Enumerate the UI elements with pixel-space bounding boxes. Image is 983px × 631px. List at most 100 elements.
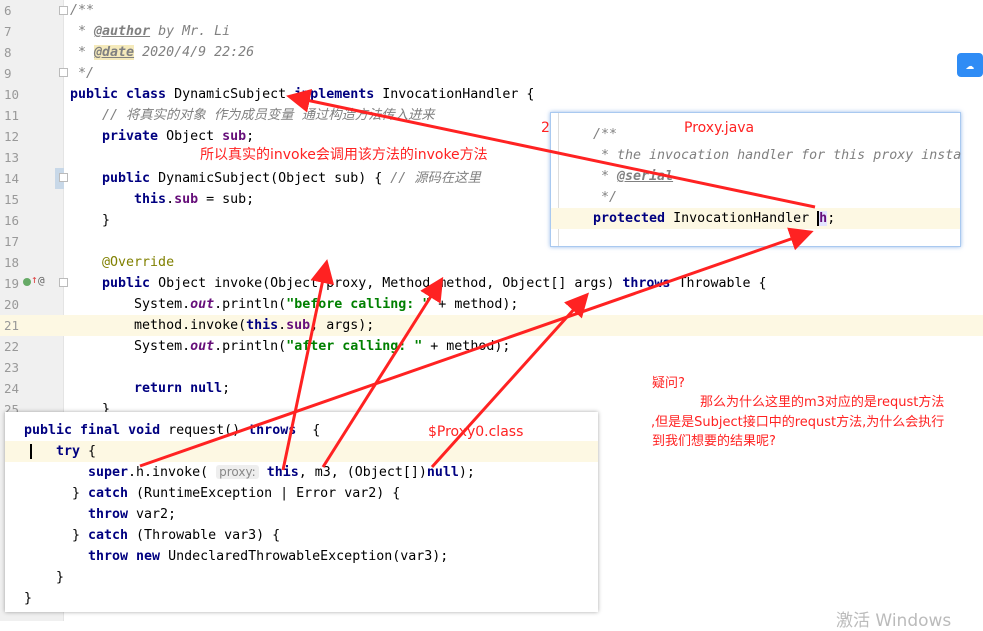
- code-token: catch: [88, 528, 129, 543]
- code-token: {: [80, 444, 97, 459]
- code-token: @author: [94, 24, 151, 39]
- code-token: [30, 444, 32, 459]
- code-token: InvocationHandler {: [382, 87, 535, 102]
- question-line: ,但是是Subject接口中的requst方法,为什么会执行: [651, 415, 945, 430]
- code-line: * @serial: [551, 166, 960, 187]
- code-token: public class: [70, 87, 175, 102]
- code-token: DynamicSubject: [174, 87, 295, 102]
- code-token: *: [593, 169, 618, 184]
- code-token: .println(: [214, 297, 287, 312]
- proxy-java-label: Proxy.java: [684, 120, 755, 136]
- annotation-number: 2: [541, 120, 550, 136]
- code-line: /**: [551, 124, 960, 145]
- code-token: out: [190, 297, 215, 312]
- line-number: 8: [4, 45, 12, 60]
- code-token: );: [458, 465, 475, 480]
- code-token: public: [70, 276, 159, 291]
- code-token: this: [258, 465, 299, 480]
- code-token: private: [70, 129, 167, 144]
- code-token: InvocationHandler: [673, 211, 818, 226]
- code-token: 2020/4/9 22:26: [134, 45, 255, 60]
- code-token: /**: [70, 3, 95, 18]
- code-token: protected: [593, 211, 674, 226]
- code-token: public: [70, 171, 159, 186]
- code-token: request(): [168, 423, 249, 438]
- code-token: */: [593, 190, 618, 205]
- code-line-current: method.invoke(this.sub, args);: [64, 315, 983, 336]
- annotation-note: 所以真实的invoke会调用该方法的invoke方法: [200, 147, 488, 163]
- proxy0-class-popup: public final void request() throws { try…: [5, 412, 598, 612]
- code-line: public Object invoke(Object proxy, Metho…: [64, 273, 983, 294]
- code-token: * the invocation handler for this proxy …: [593, 148, 962, 163]
- code-token: throw new: [88, 549, 161, 564]
- code-token: = sub;: [198, 192, 255, 207]
- code-token: return null: [70, 381, 223, 396]
- code-token: // 源码在这里: [390, 171, 481, 186]
- line-number: 13: [4, 150, 20, 165]
- code-token: sub: [222, 129, 247, 144]
- parameter-hint: proxy:: [216, 465, 259, 479]
- line-number: 18: [4, 255, 20, 270]
- code-token: // 将真实的对象 作为成员变量 通过构造方法传入进来: [70, 108, 435, 123]
- line-number: 6: [4, 3, 12, 18]
- line-number: 14: [4, 171, 20, 186]
- line-number: 22: [4, 339, 20, 354]
- code-token: (Throwable var3) {: [128, 528, 281, 543]
- code-token: throw: [88, 507, 129, 522]
- line-number: 10: [4, 87, 20, 102]
- code-line-current: protected InvocationHandler h;: [551, 208, 960, 229]
- code-token: out: [190, 339, 215, 354]
- code-line: throw var2;: [5, 504, 598, 525]
- code-token: sub: [174, 192, 199, 207]
- code-token: }: [72, 528, 89, 543]
- proxy0-class-label: $Proxy0.class: [428, 424, 524, 440]
- implements-method-icon[interactable]: [23, 278, 31, 286]
- code-token: {: [304, 423, 321, 438]
- code-line: */: [551, 187, 960, 208]
- code-token: null: [426, 465, 459, 480]
- code-token: public final void: [24, 423, 169, 438]
- code-line: /**: [64, 0, 983, 21]
- code-token: /**: [593, 127, 618, 142]
- code-token: }: [70, 213, 111, 228]
- code-token: by Mr. Li: [150, 24, 231, 39]
- code-line: }: [5, 567, 598, 588]
- code-token: this: [70, 192, 167, 207]
- code-line: public class DynamicSubject implements I…: [64, 84, 983, 105]
- code-token: var2;: [128, 507, 177, 522]
- code-token: sub: [286, 318, 311, 333]
- code-token: @serial: [617, 169, 674, 184]
- code-token: catch: [88, 486, 129, 501]
- override-arrow-icon[interactable]: ↑: [31, 273, 38, 286]
- code-token: UndeclaredThrowableException(var3);: [160, 549, 449, 564]
- code-token: *: [70, 45, 95, 60]
- code-token: h: [817, 211, 828, 226]
- line-number: 11: [4, 108, 20, 123]
- line-number: 19: [4, 276, 20, 291]
- code-token: + method);: [422, 339, 511, 354]
- line-number: 15: [4, 192, 20, 207]
- code-token: "after calling: ": [286, 339, 423, 354]
- code-token: System.: [70, 339, 191, 354]
- code-token: .h.invoke(: [128, 465, 217, 480]
- code-token: }: [24, 591, 33, 606]
- code-token: throws: [248, 423, 305, 438]
- line-number: 7: [4, 24, 12, 39]
- code-token: }: [56, 570, 65, 585]
- annotation-icon: @: [38, 274, 45, 287]
- code-line: } catch (RuntimeException | Error var2) …: [5, 483, 598, 504]
- code-token: *: [70, 24, 95, 39]
- line-number: 12: [4, 129, 20, 144]
- line-number: 24: [4, 381, 20, 396]
- code-token: this: [246, 318, 279, 333]
- question-line: 那么为什么这里的m3对应的是requst方法: [700, 395, 945, 410]
- baidu-cloud-icon[interactable]: ☁: [957, 53, 983, 77]
- code-token: "before calling: ": [286, 297, 431, 312]
- code-line: * @date 2020/4/9 22:26: [64, 42, 983, 63]
- windows-watermark: 激活 Windows: [836, 611, 952, 631]
- code-token: */: [70, 66, 95, 81]
- line-number: 17: [4, 234, 20, 249]
- code-line: throw new UndeclaredThrowableException(v…: [5, 546, 598, 567]
- code-token: Object invoke(Object proxy, Method metho…: [158, 276, 623, 291]
- code-line: @Override: [64, 252, 983, 273]
